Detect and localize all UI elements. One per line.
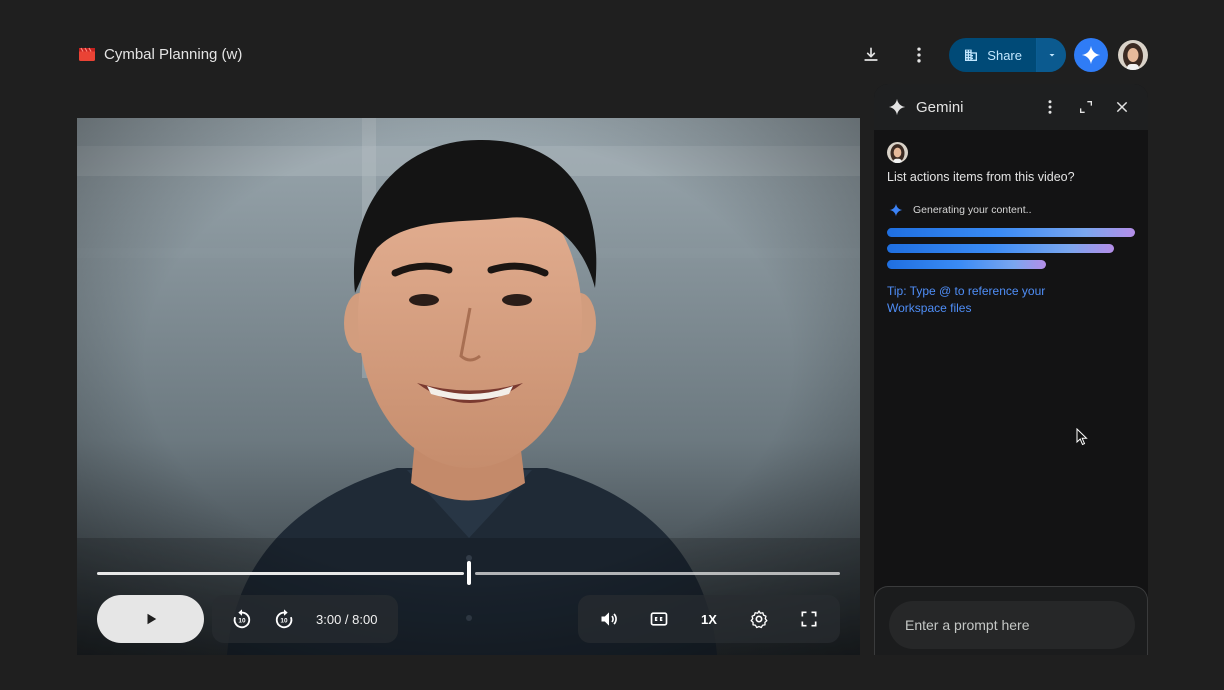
generating-text: Generating your content..	[913, 204, 1032, 216]
closed-captions-icon	[650, 612, 668, 626]
user-avatar[interactable]	[1118, 40, 1148, 70]
more-options-button[interactable]	[901, 37, 937, 73]
progress-remaining	[475, 572, 840, 575]
video-file-icon	[79, 47, 95, 61]
replay-10-icon: 10	[233, 609, 251, 629]
file-name: Cymbal Planning (w)	[104, 45, 243, 63]
rewind-10-button[interactable]: 10	[224, 601, 260, 637]
loading-bar	[887, 228, 1135, 237]
more-vert-icon	[1048, 100, 1052, 114]
settings-icon	[750, 610, 768, 629]
play-button[interactable]	[97, 595, 204, 643]
captions-button[interactable]	[641, 601, 677, 637]
more-vert-icon	[917, 47, 921, 63]
gemini-button[interactable]	[1074, 38, 1108, 72]
expand-icon	[1080, 101, 1092, 113]
share-button-group: Share	[949, 38, 1066, 72]
fullscreen-button[interactable]	[791, 601, 827, 637]
playback-speed-button[interactable]: 1X	[691, 601, 727, 637]
playback-controls: 10 10 3:00 / 8:00	[212, 595, 398, 643]
gemini-sparkle-icon	[889, 203, 903, 217]
gemini-panel: Gemini List actions items from this vide…	[874, 84, 1148, 655]
loading-bar	[887, 260, 1046, 269]
user-message-avatar	[887, 142, 908, 163]
prompt-area	[874, 586, 1148, 655]
video-player[interactable]: 10 10 3:00 / 8:00 1X	[77, 118, 860, 655]
gemini-sparkle-icon	[888, 98, 906, 116]
gemini-title: Gemini	[916, 98, 964, 116]
volume-icon	[601, 612, 617, 626]
fullscreen-icon	[801, 611, 817, 627]
file-title-area: Cymbal Planning (w)	[78, 44, 242, 64]
user-question: List actions items from this video?	[887, 170, 1075, 184]
avatar	[887, 142, 908, 163]
gemini-more-button[interactable]	[1032, 89, 1068, 125]
gemini-close-button[interactable]	[1104, 89, 1140, 125]
top-toolbar: Share	[853, 37, 1148, 73]
gemini-sparkle-icon	[1081, 45, 1101, 65]
speed-label: 1X	[701, 611, 717, 627]
forward-10-button[interactable]: 10	[266, 601, 302, 637]
mouse-cursor-icon	[1076, 428, 1088, 446]
time-display: 3:00 / 8:00	[316, 611, 378, 627]
share-button[interactable]: Share	[949, 38, 1036, 72]
volume-button[interactable]	[591, 601, 627, 637]
generating-status: Generating your content..	[889, 203, 1032, 217]
share-label: Share	[987, 47, 1022, 63]
close-icon	[1116, 101, 1128, 113]
media-controls: 1X	[578, 595, 840, 643]
download-button[interactable]	[853, 37, 889, 73]
video-progress-bar[interactable]	[97, 561, 840, 585]
download-icon	[864, 47, 878, 61]
arrow-drop-down-icon	[1049, 54, 1054, 57]
prompt-input[interactable]	[889, 601, 1135, 649]
progress-played	[97, 572, 464, 575]
forward-label: 10	[280, 618, 288, 625]
play-icon	[147, 613, 156, 625]
progress-handle[interactable]	[467, 561, 471, 585]
loading-bar	[887, 244, 1114, 253]
share-dropdown-button[interactable]	[1036, 38, 1066, 72]
settings-button[interactable]	[741, 601, 777, 637]
rewind-label: 10	[238, 618, 246, 625]
forward-10-icon: 10	[275, 609, 293, 629]
gemini-expand-button[interactable]	[1068, 89, 1104, 125]
domain-icon	[965, 49, 978, 61]
tip-text: Tip: Type @ to reference your Workspace …	[887, 284, 1046, 315]
gemini-panel-header: Gemini	[874, 84, 1148, 130]
